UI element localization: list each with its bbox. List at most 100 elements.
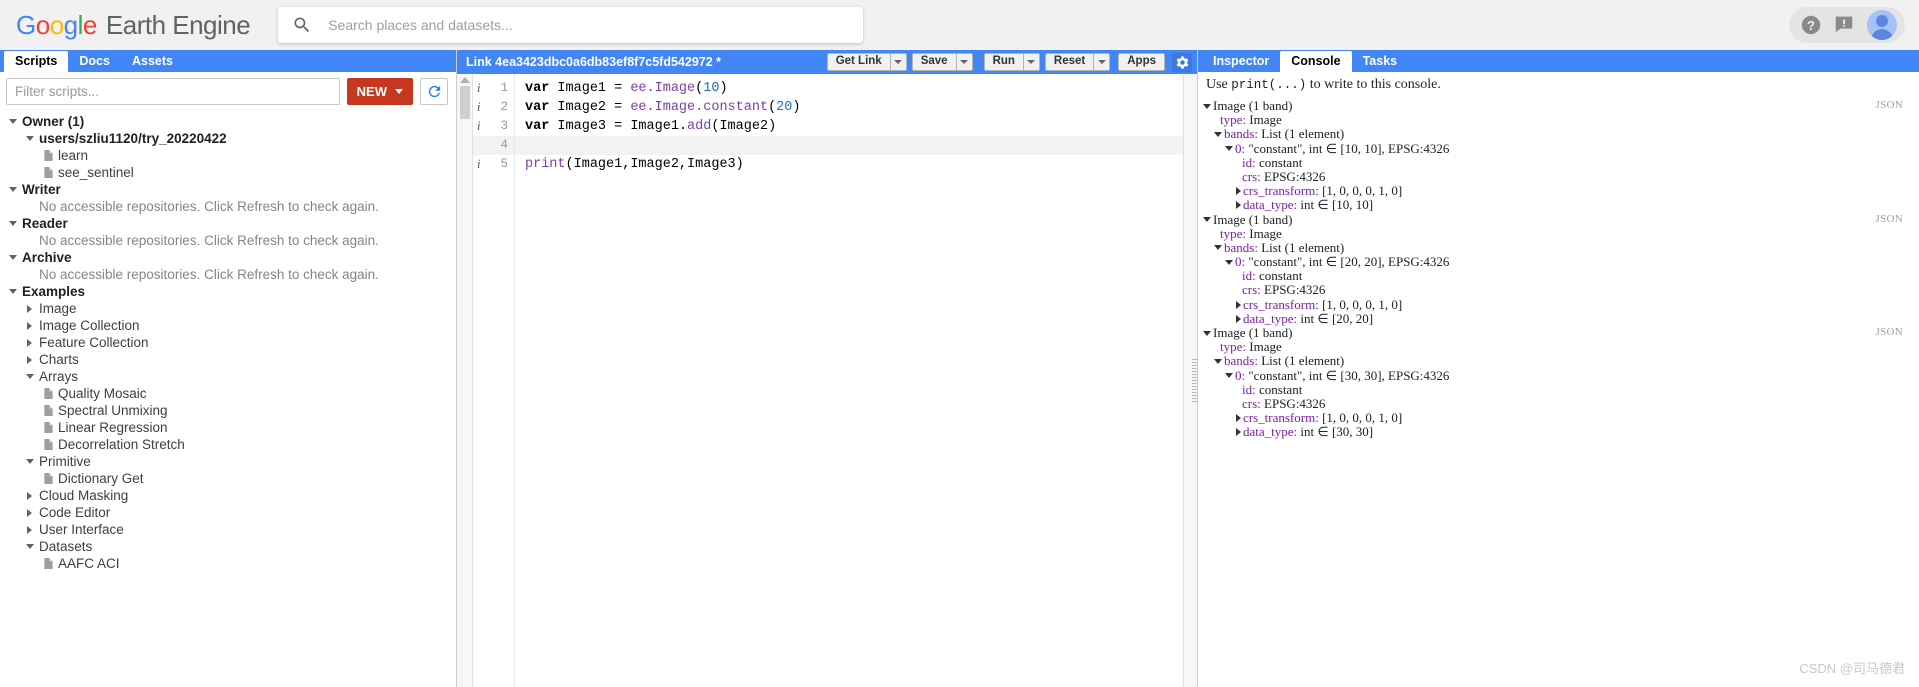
tree-item[interactable]: No accessible repositories. Click Refres…	[0, 198, 456, 215]
twisty-expanded-icon[interactable]	[1203, 330, 1211, 336]
tree-item[interactable]: Cloud Masking	[0, 487, 456, 504]
twisty-collapsed-icon[interactable]	[23, 338, 36, 347]
json-link[interactable]: JSON	[1876, 213, 1904, 225]
save-button[interactable]: Save	[911, 53, 956, 71]
twisty-expanded-icon[interactable]	[6, 255, 19, 260]
twisty-collapsed-icon[interactable]	[1236, 414, 1241, 423]
left-tab-docs[interactable]: Docs	[68, 51, 121, 72]
twisty-expanded-icon[interactable]	[1225, 146, 1233, 152]
twisty-expanded-icon[interactable]	[6, 187, 19, 192]
line-info-icon[interactable]: i	[477, 155, 480, 174]
filter-scripts-input[interactable]	[6, 78, 340, 105]
tree-item[interactable]: Datasets	[0, 538, 456, 555]
user-avatar[interactable]	[1867, 10, 1897, 40]
twisty-collapsed-icon[interactable]	[23, 304, 36, 313]
feedback-icon[interactable]	[1833, 13, 1857, 37]
scrollbar-thumb[interactable]	[459, 86, 470, 119]
twisty-collapsed-icon[interactable]	[23, 525, 36, 534]
tree-item[interactable]: Charts	[0, 351, 456, 368]
tree-item[interactable]: Image Collection	[0, 317, 456, 334]
tree-item[interactable]: Spectral Unmixing	[0, 402, 456, 419]
refresh-button[interactable]	[420, 78, 448, 105]
twisty-collapsed-icon[interactable]	[23, 355, 36, 364]
twisty-collapsed-icon[interactable]	[1236, 187, 1241, 196]
twisty-collapsed-icon[interactable]	[1236, 300, 1241, 309]
left-tab-assets[interactable]: Assets	[121, 51, 184, 72]
save-dropdown-arrow[interactable]	[955, 53, 973, 71]
tree-item[interactable]: Quality Mosaic	[0, 385, 456, 402]
line-info-icon[interactable]: i	[477, 98, 480, 117]
twisty-collapsed-icon[interactable]	[23, 491, 36, 500]
tree-item[interactable]: Image	[0, 300, 456, 317]
twisty-expanded-icon[interactable]	[6, 221, 19, 226]
twisty-expanded-icon[interactable]	[23, 544, 36, 549]
console-tab-console[interactable]: Console	[1280, 51, 1352, 72]
new-script-button[interactable]: NEW	[346, 78, 413, 105]
twisty-expanded-icon[interactable]	[1203, 103, 1211, 109]
tree-item[interactable]: User Interface	[0, 521, 456, 538]
twisty-expanded-icon[interactable]	[23, 459, 36, 464]
twisty-collapsed-icon[interactable]	[1236, 314, 1241, 323]
twisty-expanded-icon[interactable]	[1225, 373, 1233, 379]
tree-item[interactable]: Primitive	[0, 453, 456, 470]
tree-item[interactable]: Decorrelation Stretch	[0, 436, 456, 453]
tree-item[interactable]: Dictionary Get	[0, 470, 456, 487]
twisty-expanded-icon[interactable]	[23, 136, 36, 141]
tree-item[interactable]: Code Editor	[0, 504, 456, 521]
console-object-header[interactable]: Image (1 band)	[1203, 212, 1919, 227]
console-object-header[interactable]: Image (1 band)	[1203, 99, 1919, 113]
twisty-collapsed-icon[interactable]	[23, 508, 36, 517]
console-object-header[interactable]: Image (1 band)	[1203, 325, 1919, 340]
console-tab-inspector[interactable]: Inspector	[1202, 51, 1280, 72]
tree-item[interactable]: Archive	[0, 249, 456, 266]
twisty-collapsed-icon[interactable]	[23, 321, 36, 330]
code-content[interactable]: var Image1 = ee.Image(10) var Image2 = ee…	[515, 74, 1183, 687]
get-link-button[interactable]: Get Link	[826, 53, 890, 71]
line-info-icon[interactable]: i	[477, 79, 480, 98]
twisty-expanded-icon[interactable]	[6, 119, 19, 124]
run-dropdown-arrow[interactable]	[1022, 53, 1040, 71]
twisty-collapsed-icon[interactable]	[1236, 201, 1241, 210]
twisty-expanded-icon[interactable]	[6, 289, 19, 294]
code-line[interactable]: var Image1 = ee.Image(10)	[525, 79, 1183, 98]
tree-item[interactable]: Arrays	[0, 368, 456, 385]
twisty-expanded-icon[interactable]	[1214, 245, 1222, 251]
twisty-expanded-icon[interactable]	[1225, 259, 1233, 265]
scroll-up-arrow-icon[interactable]	[459, 77, 470, 83]
twisty-expanded-icon[interactable]	[23, 374, 36, 379]
reset-dropdown-arrow[interactable]	[1093, 53, 1111, 71]
left-tab-scripts[interactable]: Scripts	[4, 51, 69, 72]
console-tab-tasks[interactable]: Tasks	[1352, 51, 1409, 72]
json-link[interactable]: JSON	[1876, 326, 1904, 338]
twisty-expanded-icon[interactable]	[1214, 358, 1222, 364]
run-button[interactable]: Run	[983, 53, 1023, 71]
tree-item[interactable]: Writer	[0, 181, 456, 198]
code-vertical-scrollbar-left[interactable]	[457, 74, 473, 687]
tree-item[interactable]: AAFC ACI	[0, 555, 456, 572]
line-info-icon[interactable]: i	[477, 117, 480, 136]
tree-item[interactable]: Examples	[0, 283, 456, 300]
tree-item[interactable]: see_sentinel	[0, 164, 456, 181]
twisty-expanded-icon[interactable]	[1203, 217, 1211, 223]
tree-item[interactable]: users/szliu1120/try_20220422	[0, 130, 456, 147]
tree-item[interactable]: No accessible repositories. Click Refres…	[0, 266, 456, 283]
tree-item[interactable]: Reader	[0, 215, 456, 232]
twisty-collapsed-icon[interactable]	[1236, 428, 1241, 437]
reset-button[interactable]: Reset	[1044, 53, 1094, 71]
apps-button[interactable]: Apps	[1118, 53, 1165, 71]
tree-item[interactable]: Linear Regression	[0, 419, 456, 436]
tree-item[interactable]: learn	[0, 147, 456, 164]
code-line[interactable]: var Image3 = Image1.add(Image2)	[525, 117, 1183, 136]
editor-settings-button[interactable]	[1172, 52, 1192, 72]
panel-resize-handle[interactable]	[1192, 358, 1197, 403]
search-input[interactable]	[328, 17, 850, 33]
help-circle-icon[interactable]: ?	[1799, 13, 1823, 37]
search-box[interactable]	[278, 7, 864, 43]
json-link[interactable]: JSON	[1876, 99, 1904, 111]
code-line[interactable]	[515, 136, 1183, 155]
tree-item[interactable]: No accessible repositories. Click Refres…	[0, 232, 456, 249]
tree-item[interactable]: Owner (1)	[0, 113, 456, 130]
tree-item[interactable]: Feature Collection	[0, 334, 456, 351]
code-line[interactable]: print(Image1,Image2,Image3)	[525, 155, 1183, 174]
get-link-dropdown-arrow[interactable]	[889, 53, 907, 71]
